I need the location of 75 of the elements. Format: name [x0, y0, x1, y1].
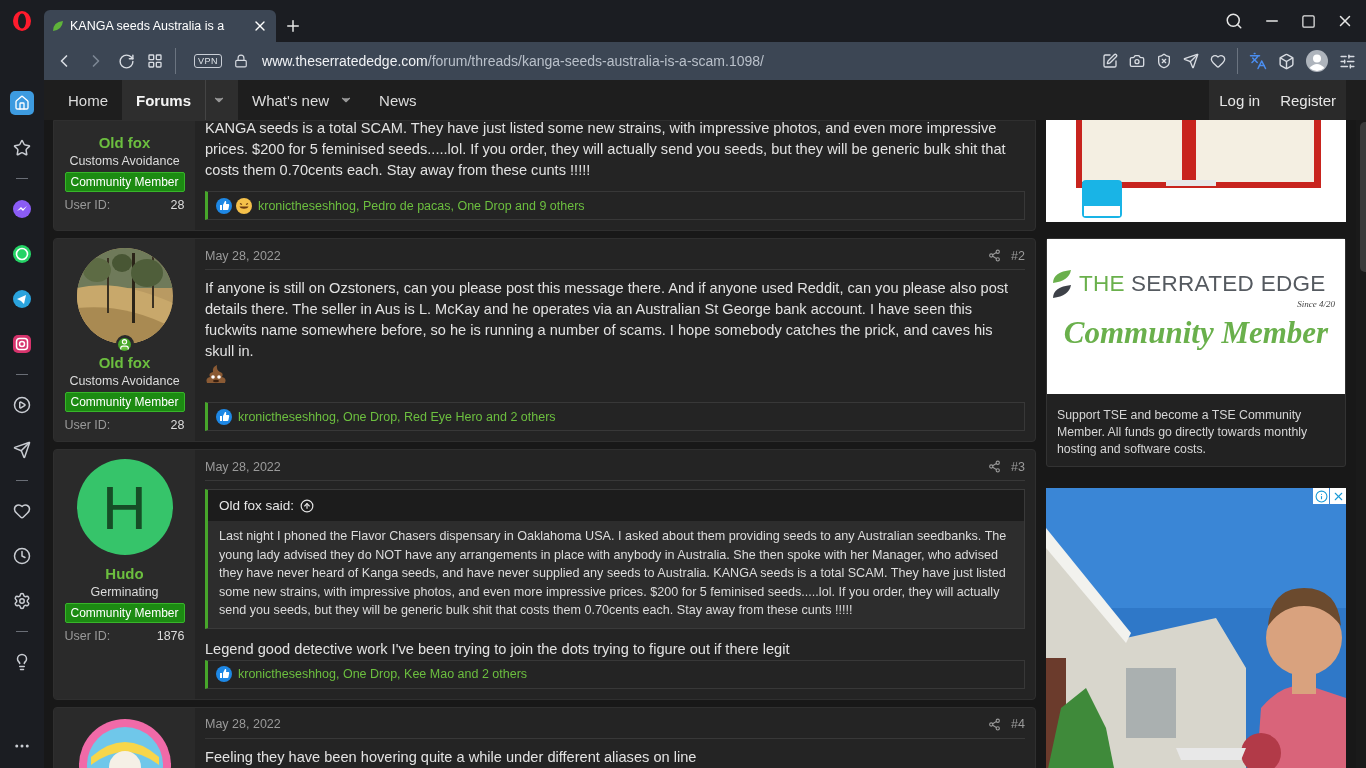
reactions-link[interactable]: kronictheseshhog, Pedro de pacas, One Drop and 9 others — [258, 198, 585, 213]
letter-avatar: H — [76, 459, 173, 555]
user-id: 28 — [170, 418, 185, 432]
laughing-face-icon — [236, 197, 252, 214]
post-text: Feeling they have been hovering quite a while under different aliases on line — [205, 747, 697, 767]
share-icon[interactable] — [988, 460, 1002, 473]
member-badge: Community Member — [64, 172, 185, 192]
quote-author[interactable]: Old fox said: — [219, 498, 295, 513]
member-badge: Community Member — [64, 392, 185, 412]
account-link[interactable]: Log in — [1209, 91, 1271, 109]
user-name[interactable]: Old fox — [98, 134, 151, 151]
poop-icon — [205, 364, 227, 384]
user-id-label: User ID: — [64, 198, 111, 212]
post-date[interactable]: May 28, 2022 — [205, 248, 281, 263]
user-id: 28 — [170, 198, 185, 212]
reactions-link[interactable]: kronictheseshhog, One Drop, Kee Mao and 2 others — [238, 667, 528, 681]
avatar-icon[interactable] — [1306, 50, 1328, 72]
info-icon[interactable] — [1313, 488, 1329, 504]
thumbs-up-icon — [216, 408, 232, 425]
user-id-label: User ID: — [64, 629, 111, 643]
post-date[interactable]: May 28, 2022 — [205, 459, 281, 474]
arrow-up-icon[interactable] — [300, 498, 315, 513]
online-icon — [118, 337, 131, 351]
home-icon[interactable] — [10, 90, 34, 115]
member-badge: Community Member — [64, 603, 185, 623]
thumbs-up-icon — [216, 666, 232, 682]
brand-name: SERRATED EDGE — [1130, 271, 1326, 297]
share-icon[interactable] — [988, 717, 1002, 731]
post-text: KANGA seeds is a total SCAM. They have just listed some new strains, with impressive photos, and even more impressive prices. $200 for 5 feminised seeds.....lol. If you order, they will actually send you seeds, but they will be generic bulk shit that costs them 0.70cents each. Stay away from these cunts !!!!! — [205, 120, 1007, 180]
grid-icon[interactable] — [147, 53, 163, 69]
user-title: Customs Avoidance — [69, 374, 180, 388]
quote-text: Last night I phoned the Flavor Chasers dispensary in Oaklahoma USA. I asked about them providing seeds to any Australian seedbanks. The young lady advised they do NOT have any arrangements in place with anybody in Australia. She then spoke with her Manager, who advised they have never heard of Kanga seeds, and have never supplied any seeds to Australia. KANGA seeds is a total SCAM. They have just listed some new strains, with impressive photos, and even more impressive prices. $200 for 5 feminised seeds.....lol. If you order, they will actually send you seeds, but they will be generic bulk shit that costs them 0.70cents each. Stay away from these cunts !!!!! — [208, 521, 1024, 628]
nav-tab[interactable]: News — [365, 80, 431, 120]
cube-icon[interactable] — [1278, 52, 1295, 70]
maximize-icon[interactable] — [1301, 13, 1316, 29]
membership-text: Support TSE and become a TSE Community Member. All funds go directly towards monthly hosting and software costs. — [1056, 407, 1309, 458]
user-id-label: User ID: — [64, 418, 111, 432]
post-number[interactable]: #2 — [1011, 248, 1025, 263]
thumbs-up-icon — [216, 197, 232, 214]
user-title: Customs Avoidance — [69, 154, 180, 168]
shield-icon[interactable] — [1156, 53, 1172, 69]
camera-icon[interactable] — [1129, 53, 1145, 69]
nav-tab[interactable]: Forums — [122, 80, 239, 120]
new-tab-icon[interactable] — [284, 17, 302, 35]
reactions-link[interactable]: kronictheseshhog, One Drop, Red Eye Hero and 2 others — [238, 409, 556, 424]
heart-icon[interactable] — [1210, 53, 1226, 69]
vpn-badge[interactable]: VPN — [194, 54, 222, 68]
edit-icon[interactable] — [1102, 53, 1118, 69]
user-name[interactable]: Old fox — [98, 354, 151, 371]
post-text: If anyone is still on Ozstoners, can you please post this message there. And if anyone used Reddit, can you please also post details there. The seller in Aus is L. McKay and he operates via an Australian St George bank account. I have seen this fuckwits name somewhere before, so he is running a number of scams. I hope somebody catches the prick, and caves his skull in. — [205, 279, 1010, 361]
sliders-icon[interactable] — [1339, 52, 1356, 70]
lock-icon — [234, 54, 248, 68]
nav-tab[interactable]: What's new — [238, 80, 366, 120]
post-number[interactable]: #3 — [1011, 459, 1025, 474]
brand-accent: THE — [1079, 271, 1125, 297]
banner-title: Community Member — [1062, 314, 1330, 352]
since-text: Since 4/20 — [1297, 299, 1335, 309]
share-icon[interactable] — [988, 249, 1002, 262]
post-date[interactable]: May 28, 2022 — [205, 717, 281, 731]
search-icon[interactable] — [1225, 12, 1243, 30]
translate-icon[interactable] — [1249, 52, 1267, 70]
leaf-icon — [52, 20, 64, 32]
nav-tab[interactable]: Home — [54, 80, 122, 120]
send-icon[interactable] — [1183, 53, 1199, 69]
user-title: Germinating — [90, 585, 159, 599]
leaf-logo-icon — [1051, 269, 1073, 299]
user-name[interactable]: Hudo — [105, 565, 144, 582]
address-field[interactable]: www.theserratededge.com/forum/threads/kanga-seeds-australia-is-a-scam.1098/ — [262, 53, 764, 69]
post-text: Legend good detective work I've been trying to join the dots trying to figure out if there legit — [205, 639, 790, 659]
browser-tab[interactable]: KANGA seeds Australia is a — [44, 10, 276, 42]
opera-logo[interactable] — [12, 10, 32, 32]
reload-icon[interactable] — [118, 52, 135, 70]
user-id: 1876 — [156, 629, 185, 643]
post-number[interactable]: #4 — [1011, 717, 1025, 731]
account-link[interactable]: Register — [1270, 91, 1346, 109]
